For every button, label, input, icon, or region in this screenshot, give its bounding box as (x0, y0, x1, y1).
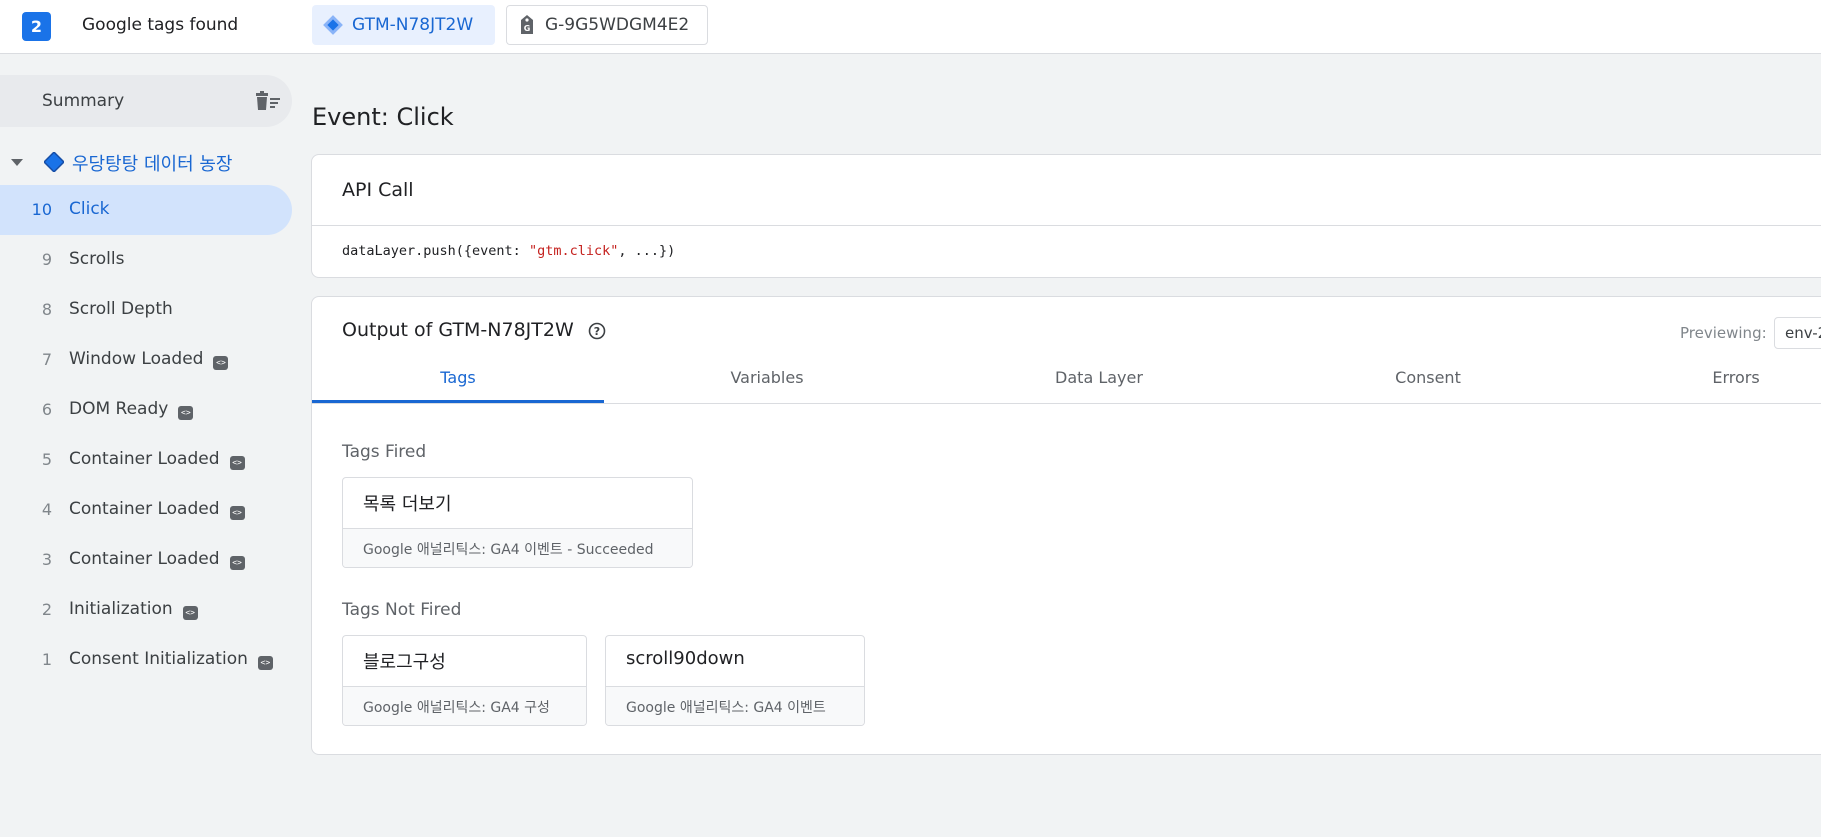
event-number: 2 (41, 600, 52, 619)
tag-name: scroll90down (626, 648, 745, 669)
tag-card-not-fired[interactable]: scroll90down Google 애널리틱스: GA4 이벤트 (605, 635, 865, 726)
summary-label: Summary (42, 91, 125, 111)
event-label: DOM Ready <> (69, 399, 194, 420)
code-icon: <> (257, 656, 273, 670)
event-item[interactable]: 5 Container Loaded <> (0, 435, 292, 485)
api-call-title: API Call (342, 179, 414, 201)
event-label: Initialization <> (69, 599, 198, 620)
event-number: 10 (31, 200, 52, 219)
event-title: Event: Click (312, 103, 454, 131)
previewing-label: Previewing: (1680, 324, 1767, 342)
caret-down-icon[interactable] (11, 159, 23, 166)
tag-type: Google 애널리틱스: GA4 이벤트 (626, 700, 826, 716)
event-label: Container Loaded <> (69, 549, 245, 570)
event-sidebar: Summary 우당탕탕 데이터 농장 10 Click 9 Scrolls 8 Scro… (0, 54, 296, 837)
tab-data-layer[interactable]: Data Layer (930, 355, 1268, 403)
tag-type: Google 애널리틱스: GA4 이벤트 - Succeeded (363, 542, 654, 558)
tab-consent[interactable]: Consent (1268, 355, 1588, 403)
event-label: Click (69, 199, 110, 219)
top-bar: 2 Google tags found GTM-N78JT2W G G-9G5W… (0, 0, 1821, 54)
event-number: 8 (41, 300, 52, 319)
svg-text:?: ? (594, 325, 600, 338)
gtm-diamond-icon (43, 151, 65, 173)
tag-footer: Google 애널리틱스: GA4 구성 (343, 686, 586, 725)
tag-name: 블로그구성 (363, 652, 446, 673)
gtm-diamond-icon (322, 14, 344, 36)
event-number: 9 (41, 250, 52, 269)
environment-select[interactable]: env-2 (1774, 317, 1821, 349)
tab-tags[interactable]: Tags (312, 355, 604, 403)
divider (312, 225, 1821, 226)
event-item[interactable]: 1 Consent Initialization <> (0, 635, 292, 685)
container-chip-gtm[interactable]: GTM-N78JT2W (312, 5, 495, 45)
event-number: 1 (41, 650, 52, 669)
event-number: 3 (41, 550, 52, 569)
container-tree-item[interactable]: 우당탕탕 데이터 농장 (0, 142, 292, 182)
tag-card-not-fired[interactable]: 블로그구성 Google 애널리틱스: GA4 구성 (342, 635, 587, 726)
event-label: Consent Initialization <> (69, 649, 273, 670)
clear-messages-icon[interactable] (254, 89, 282, 113)
event-number: 6 (41, 400, 52, 419)
event-number: 4 (41, 500, 52, 519)
output-tabs: Tags Variables Data Layer Consent Errors (312, 355, 1821, 404)
tab-variables[interactable]: Variables (604, 355, 930, 403)
event-item[interactable]: 7 Window Loaded <> (0, 335, 292, 385)
tags-fired-label: Tags Fired (342, 442, 427, 462)
event-label: Scroll Depth (69, 299, 173, 319)
tag-card-fired[interactable]: 목록 더보기 Google 애널리틱스: GA4 이벤트 - Succeeded (342, 477, 693, 568)
output-card: Output of GTM-N78JT2W ? Previewing: env-… (311, 296, 1821, 755)
ga-tag-icon: G (517, 14, 537, 36)
event-number: 5 (41, 450, 52, 469)
tag-count-badge: 2 (22, 12, 51, 41)
code-icon: <> (213, 356, 229, 370)
api-call-code: dataLayer.push({event: "gtm.click", ...}… (342, 243, 676, 259)
event-label: Window Loaded <> (69, 349, 229, 370)
tags-not-fired-label: Tags Not Fired (342, 600, 462, 620)
code-icon: <> (229, 456, 245, 470)
event-label: Container Loaded <> (69, 449, 245, 470)
event-item[interactable]: 2 Initialization <> (0, 585, 292, 635)
event-item[interactable]: 8 Scroll Depth (0, 285, 292, 335)
tab-errors[interactable]: Errors (1588, 355, 1821, 403)
tags-found-label: Google tags found (82, 15, 239, 35)
tag-footer: Google 애널리틱스: GA4 이벤트 (606, 686, 864, 725)
event-item[interactable]: 4 Container Loaded <> (0, 485, 292, 535)
event-item[interactable]: 10 Click (0, 185, 292, 235)
code-icon: <> (182, 606, 198, 620)
event-item[interactable]: 6 DOM Ready <> (0, 385, 292, 435)
tag-name: 목록 더보기 (363, 494, 452, 515)
container-name: 우당탕탕 데이터 농장 (72, 154, 233, 175)
container-chip-ga[interactable]: G G-9G5WDGM4E2 (506, 5, 708, 45)
chip-label: GTM-N78JT2W (352, 15, 474, 35)
event-label: Scrolls (69, 249, 125, 269)
tag-type: Google 애널리틱스: GA4 구성 (363, 700, 550, 716)
tag-footer: Google 애널리틱스: GA4 이벤트 - Succeeded (343, 528, 692, 567)
event-label: Container Loaded <> (69, 499, 245, 520)
event-item[interactable]: 3 Container Loaded <> (0, 535, 292, 585)
help-icon[interactable]: ? (588, 322, 606, 340)
code-icon: <> (178, 406, 194, 420)
code-icon: <> (229, 556, 245, 570)
summary-item[interactable]: Summary (0, 75, 292, 127)
event-number: 7 (41, 350, 52, 369)
code-icon: <> (229, 506, 245, 520)
output-title: Output of GTM-N78JT2W (342, 319, 574, 341)
chip-label: G-9G5WDGM4E2 (545, 15, 690, 35)
api-call-card: API Call dataLayer.push({event: "gtm.cli… (311, 154, 1821, 278)
svg-text:G: G (524, 24, 531, 33)
event-item[interactable]: 9 Scrolls (0, 235, 292, 285)
